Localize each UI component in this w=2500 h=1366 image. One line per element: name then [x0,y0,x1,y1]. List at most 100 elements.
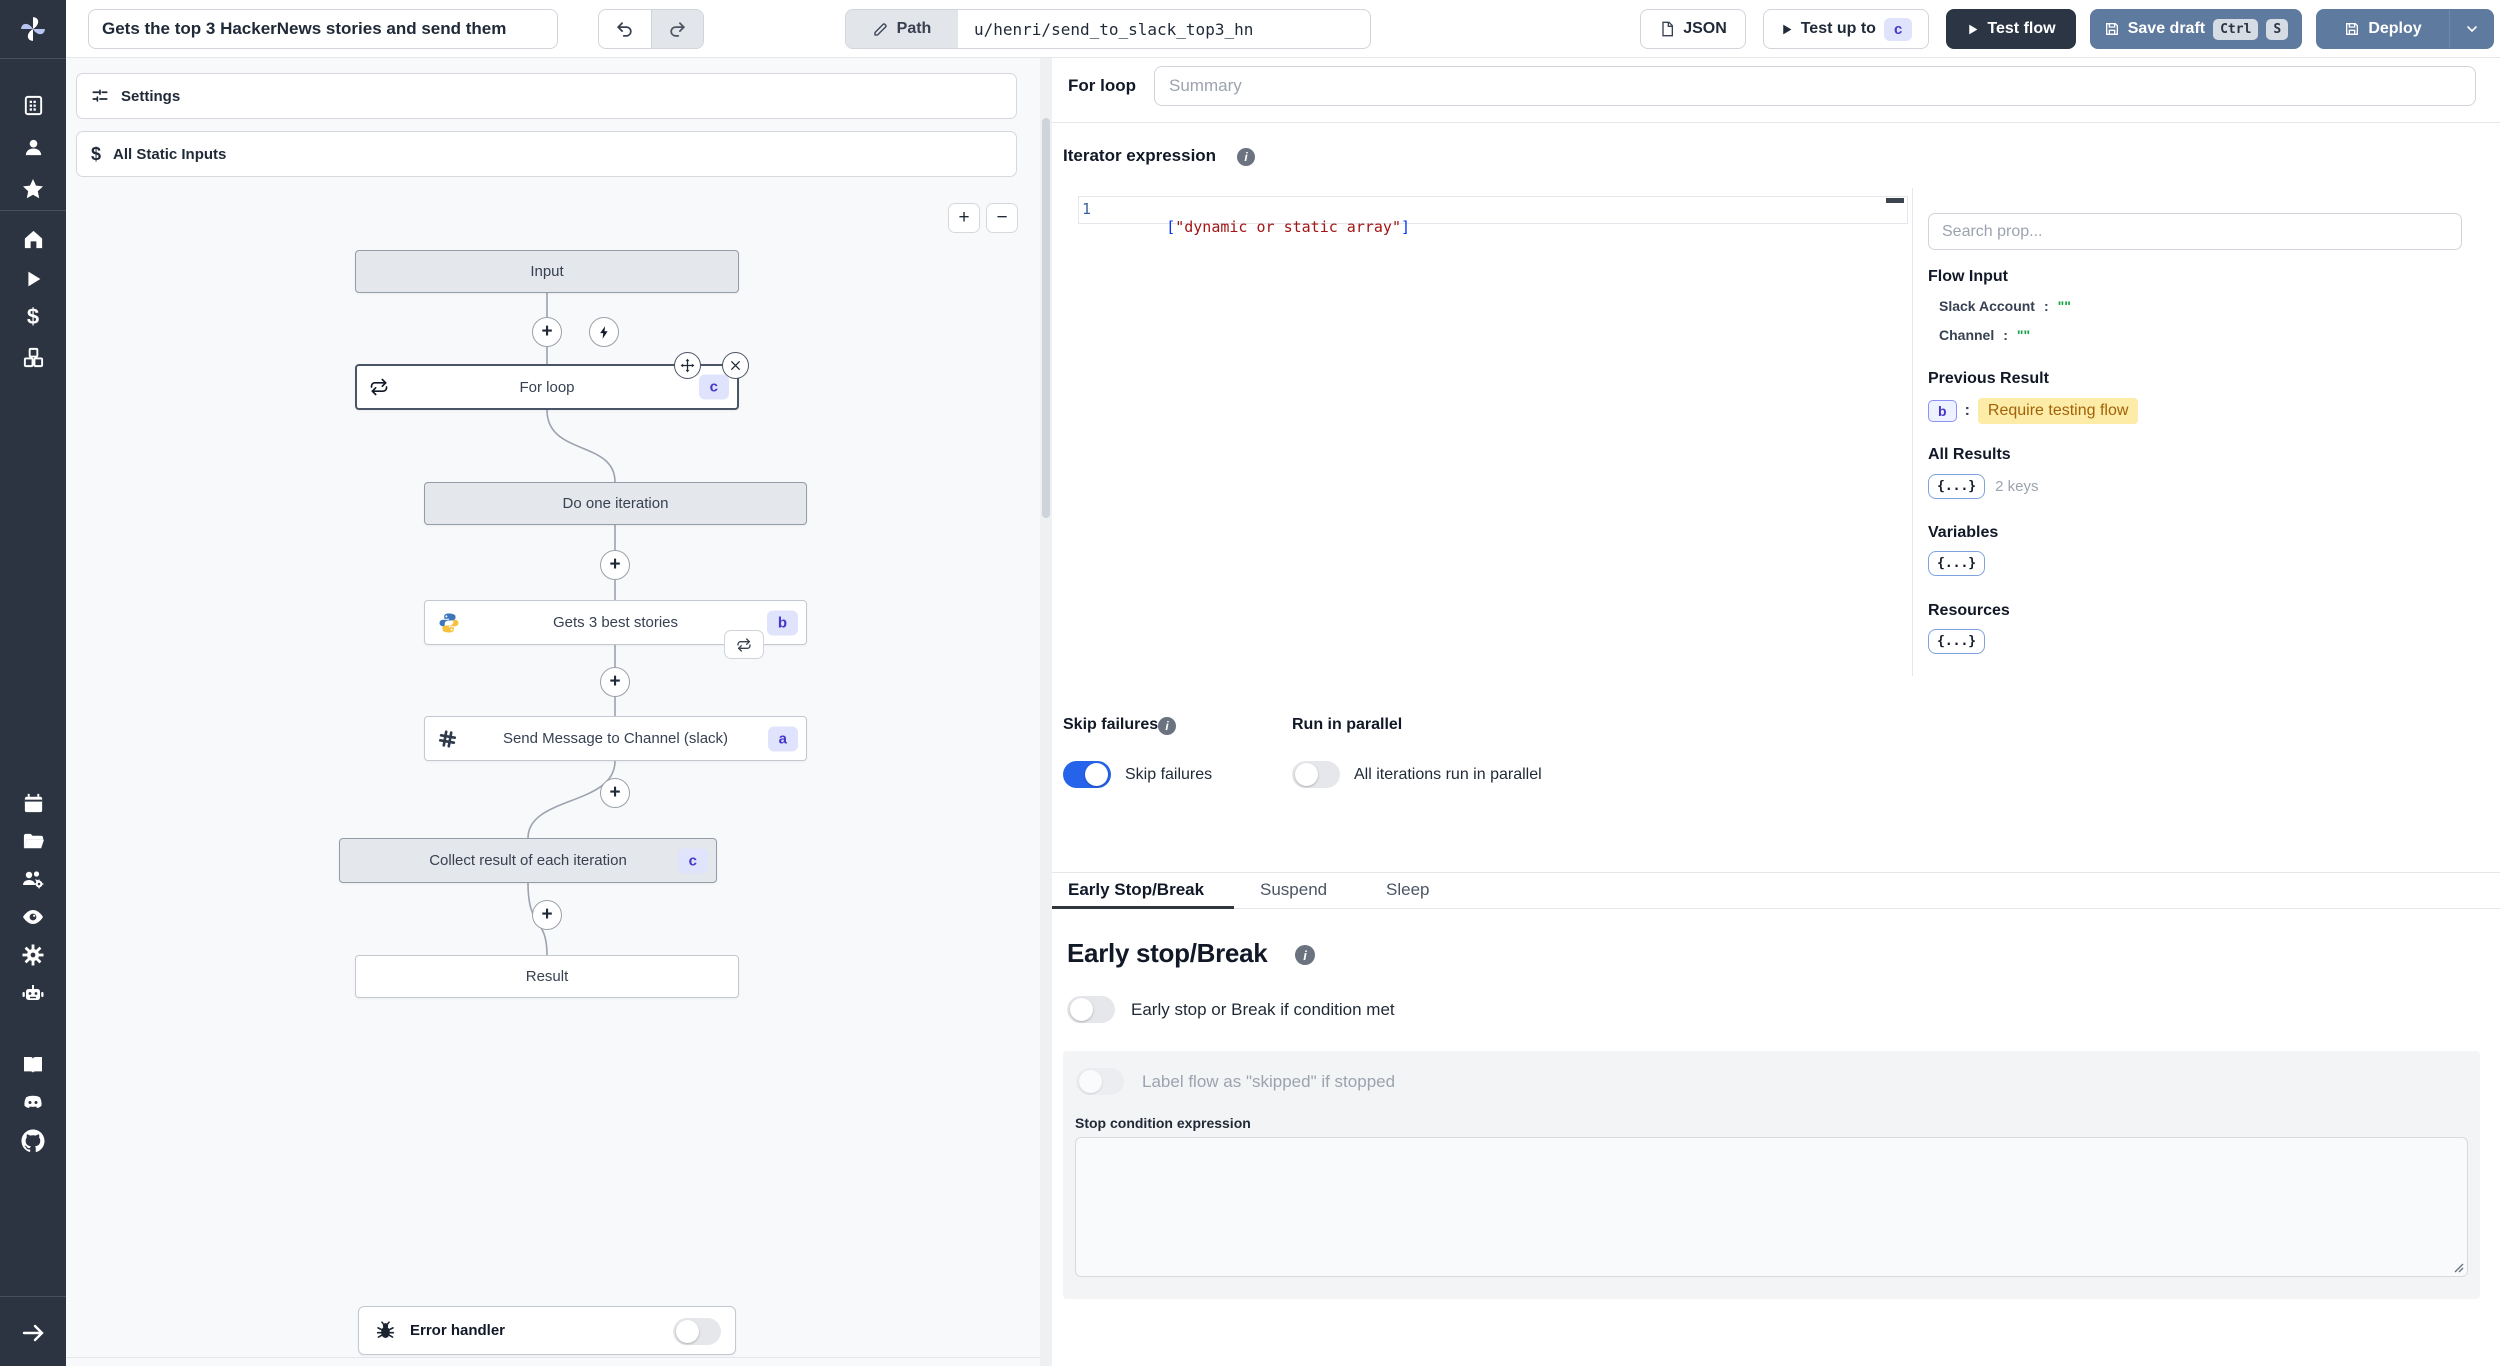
error-handler-node[interactable]: Error handler [358,1306,736,1355]
deploy-dropdown-button[interactable] [2449,10,2493,48]
label-skipped-toggle-label: Label flow as "skipped" if stopped [1142,1071,1396,1091]
prop-row[interactable]: Slack Account : "" [1939,298,2071,314]
redo-button[interactable] [650,10,703,48]
schedules-calendar-icon[interactable] [0,786,66,820]
trigger-bolt-button[interactable] [589,317,619,347]
node-label: Input [530,263,564,280]
scrollbar-thumb[interactable] [1042,118,1050,518]
tab-label: Sleep [1386,880,1430,899]
zoom-in-button[interactable]: + [948,203,980,233]
path-value[interactable]: u/henri/send_to_slack_top3_hn [958,10,1370,48]
insert-step-button[interactable]: + [600,778,630,808]
error-handler-toggle[interactable] [673,1318,721,1345]
step-id-badge: b [1928,400,1957,422]
resize-handle-icon[interactable] [2450,1259,2464,1273]
test-flow-button[interactable]: Test flow [1946,9,2076,49]
workers-gear-icon[interactable] [0,938,66,972]
groups-icon[interactable] [0,862,66,896]
previous-result-row[interactable]: b : Require testing flow [1928,398,2139,424]
user-icon[interactable] [0,130,66,164]
audit-eye-icon[interactable] [0,900,66,934]
iterator-code-editor[interactable]: 1 ["dynamic or static array"] [1066,188,1912,676]
panel-splitter[interactable] [1040,58,1052,1366]
workspace-icon[interactable] [0,88,66,122]
prop-row[interactable]: Channel : "" [1939,327,2030,343]
insert-step-button[interactable]: + [532,900,562,930]
editor-code-line[interactable]: ["dynamic or static array"] [1112,200,1410,254]
active-tab-underline [1052,906,1234,909]
all-static-inputs-button[interactable]: $ All Static Inputs [76,131,1017,177]
loop-icon [737,637,751,652]
path-control[interactable]: Path u/henri/send_to_slack_top3_hn [845,9,1371,49]
early-stop-toggle[interactable] [1067,996,1115,1023]
home-icon[interactable] [0,222,66,256]
flow-bottom-divider [66,1357,1040,1358]
favorites-star-icon[interactable] [0,172,66,206]
settings-label: Settings [121,87,181,105]
test-up-to-button[interactable]: Test up to c [1763,9,1929,49]
run-in-parallel-row: All iterations run in parallel [1292,761,1542,788]
flow-node-input[interactable]: Input [355,250,739,293]
stop-condition-textarea[interactable] [1075,1137,2468,1277]
flow-node-collect-result[interactable]: Collect result of each iteration c [339,838,717,883]
expand-object-button[interactable]: {...} [1928,629,1986,654]
tab-early-stop-break[interactable]: Early Stop/Break [1068,873,1204,909]
require-testing-note: Require testing flow [1977,398,2139,424]
json-button-label: JSON [1683,20,1727,37]
run-in-parallel-toggle[interactable] [1292,761,1340,788]
save-draft-button[interactable]: Save draft Ctrl S [2090,9,2302,49]
sliders-icon [92,89,108,102]
zoom-out-button[interactable]: − [986,203,1018,233]
insert-step-button[interactable]: + [600,667,630,697]
insert-step-button[interactable]: + [600,550,630,580]
info-icon[interactable]: i [1295,945,1315,965]
flow-node-do-one-iteration[interactable]: Do one iteration [424,482,807,525]
windmill-logo[interactable] [0,14,66,44]
summary-input[interactable] [1154,66,2476,106]
ai-robot-icon[interactable] [0,976,66,1010]
flow-title-input[interactable] [88,9,558,49]
search-prop-input[interactable] [1928,213,2462,250]
stop-condition-label: Stop condition expression [1075,1115,1251,1131]
variables-icon[interactable]: $ [0,300,66,334]
tab-sleep[interactable]: Sleep [1386,873,1429,909]
flow-node-gets-3-best-stories[interactable]: Gets 3 best stories b [424,600,807,659]
runs-icon[interactable] [0,262,66,296]
header-divider [1052,122,2500,123]
insert-step-button[interactable]: + [532,317,562,347]
docs-book-icon[interactable] [0,1048,66,1082]
code-string: "dynamic or static array" [1175,218,1401,236]
step-id-badge: c [1883,17,1913,41]
prop-separator: : [1964,402,1970,419]
expand-object-button[interactable]: {...} [1928,474,1986,499]
flow-node-for-loop[interactable]: For loop c [355,352,749,410]
deploy-button[interactable]: Deploy [2316,9,2494,49]
step-id-badge: c [698,374,729,400]
iterator-expression-label: Iterator expression [1063,146,1217,165]
discord-icon[interactable] [0,1086,66,1120]
json-button[interactable]: JSON [1640,9,1746,49]
expand-object-button[interactable]: {...} [1928,551,1986,576]
expand-arrow-icon[interactable] [0,1316,66,1350]
save-icon [2346,23,2359,35]
loop-over-badge[interactable] [724,630,764,659]
undo-button[interactable] [599,10,651,48]
tab-suspend[interactable]: Suspend [1260,873,1327,909]
github-icon[interactable] [0,1124,66,1158]
flow-node-result[interactable]: Result [355,955,739,998]
folders-icon[interactable] [0,824,66,858]
resources-icon[interactable] [0,340,66,374]
skipped-toggle-row: Label flow as "skipped" if stopped [1076,1068,1395,1095]
python-icon [437,611,461,635]
error-handler-label: Error handler [410,1322,506,1339]
info-icon[interactable]: i [1158,717,1176,735]
info-icon[interactable]: i [1237,148,1255,166]
flow-node-send-message-slack[interactable]: Send Message to Channel (slack) a [424,716,807,761]
delete-step-button[interactable] [722,352,749,379]
run-in-parallel-title: Run in parallel [1292,716,1403,733]
flow-settings-button[interactable]: Settings [76,73,1017,119]
move-step-button[interactable] [674,352,701,379]
kbd-s: S [2266,18,2289,40]
skip-failures-toggle[interactable] [1063,761,1111,788]
label-skipped-toggle [1076,1068,1124,1095]
